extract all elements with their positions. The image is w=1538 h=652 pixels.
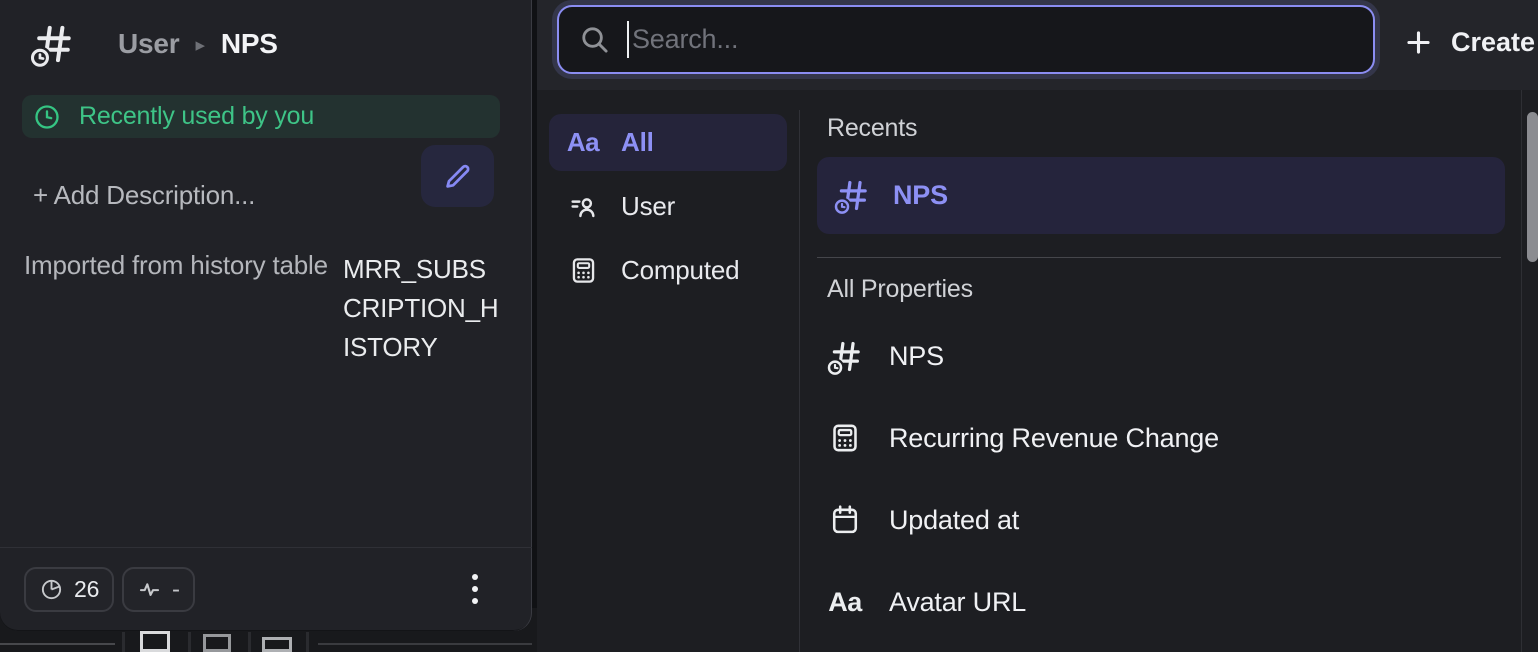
add-description-button[interactable]: + Add Description...: [33, 180, 255, 211]
background-divider: [306, 632, 309, 652]
tab-all-label: All: [621, 127, 654, 158]
breadcrumb-parent[interactable]: User: [118, 28, 179, 60]
panel-footer: 26 -: [0, 547, 532, 631]
recently-used-badge: Recently used by you: [22, 95, 500, 138]
user-list-icon: [565, 191, 601, 222]
section-divider: [817, 257, 1501, 258]
background-divider: [122, 632, 125, 652]
property-item-nps[interactable]: NPS: [800, 315, 1538, 397]
tab-computed-label: Computed: [621, 255, 739, 286]
create-button-label: Create: [1451, 27, 1535, 58]
number-with-time-icon: [825, 338, 865, 375]
background-cell-icon: [262, 637, 292, 652]
screen: User ▸ NPS Recently used by you + Add De…: [0, 0, 1538, 652]
tab-user[interactable]: User: [549, 178, 787, 235]
property-details-panel: User ▸ NPS Recently used by you + Add De…: [0, 0, 532, 631]
pie-chart-icon: [39, 577, 64, 602]
number-with-time-icon: [30, 21, 76, 67]
plus-icon: [1403, 27, 1434, 58]
recents-header: Recents: [827, 114, 917, 143]
background-divider: [248, 632, 251, 652]
trend-button[interactable]: -: [122, 567, 195, 612]
property-item-label: NPS: [889, 341, 944, 372]
page-title: NPS: [221, 28, 278, 60]
tab-all[interactable]: Aa All: [549, 114, 787, 171]
property-list: NPS Recurring Revenue Change: [800, 315, 1538, 643]
search-results: Recents NPS All Properties: [800, 96, 1538, 652]
activity-pulse-icon: [137, 577, 162, 602]
recently-used-label: Recently used by you: [79, 102, 314, 131]
imported-from-value: MRR_SUBSCRIPTION_HISTORY: [343, 250, 503, 367]
text-icon: Aa: [565, 127, 601, 158]
edit-button[interactable]: [421, 145, 494, 207]
breadcrumb: User ▸ NPS: [30, 18, 278, 70]
distinct-count: 26: [74, 576, 99, 603]
search-box[interactable]: [557, 5, 1375, 74]
background-line: [0, 643, 115, 645]
create-button[interactable]: Create: [1403, 0, 1535, 84]
clock-icon: [33, 103, 61, 131]
scrollbar-track: [1521, 90, 1522, 652]
breadcrumb-separator-icon: ▸: [195, 32, 204, 57]
all-properties-header: All Properties: [827, 275, 973, 304]
search-icon: [579, 24, 610, 55]
imported-from-label: Imported from history table: [24, 250, 328, 281]
background-line: [318, 643, 532, 645]
number-with-time-icon: [834, 177, 871, 214]
property-item-recurring-revenue-change[interactable]: Recurring Revenue Change: [800, 397, 1538, 479]
background-cell-icon: [203, 634, 231, 652]
property-item-label: Avatar URL: [889, 587, 1026, 618]
distinct-values-button[interactable]: 26: [24, 567, 114, 612]
property-item-avatar-url[interactable]: Aa Avatar URL: [800, 561, 1538, 643]
property-item-label: Updated at: [889, 505, 1019, 536]
property-picker-modal: Create Aa All User: [537, 0, 1538, 652]
property-item-updated-at[interactable]: Updated at: [800, 479, 1538, 561]
property-item-label: Recurring Revenue Change: [889, 423, 1219, 454]
kebab-icon: [472, 574, 478, 580]
trend-value: -: [172, 576, 180, 604]
calendar-icon: [825, 503, 865, 537]
tab-user-label: User: [621, 191, 675, 222]
background-divider: [188, 632, 191, 652]
search-input[interactable]: [629, 24, 1353, 55]
background-cell-icon: [140, 631, 170, 652]
calculator-icon: [825, 421, 865, 455]
recent-item-label: NPS: [893, 180, 948, 211]
recent-item-nps[interactable]: NPS: [817, 157, 1505, 234]
scrollbar-thumb[interactable]: [1527, 112, 1538, 262]
property-type-tabs: Aa All User: [537, 96, 799, 324]
more-options-button[interactable]: [468, 570, 482, 608]
calculator-icon: [565, 255, 601, 286]
pencil-icon: [441, 160, 474, 193]
text-icon: Aa: [825, 587, 865, 618]
tab-computed[interactable]: Computed: [549, 242, 787, 299]
